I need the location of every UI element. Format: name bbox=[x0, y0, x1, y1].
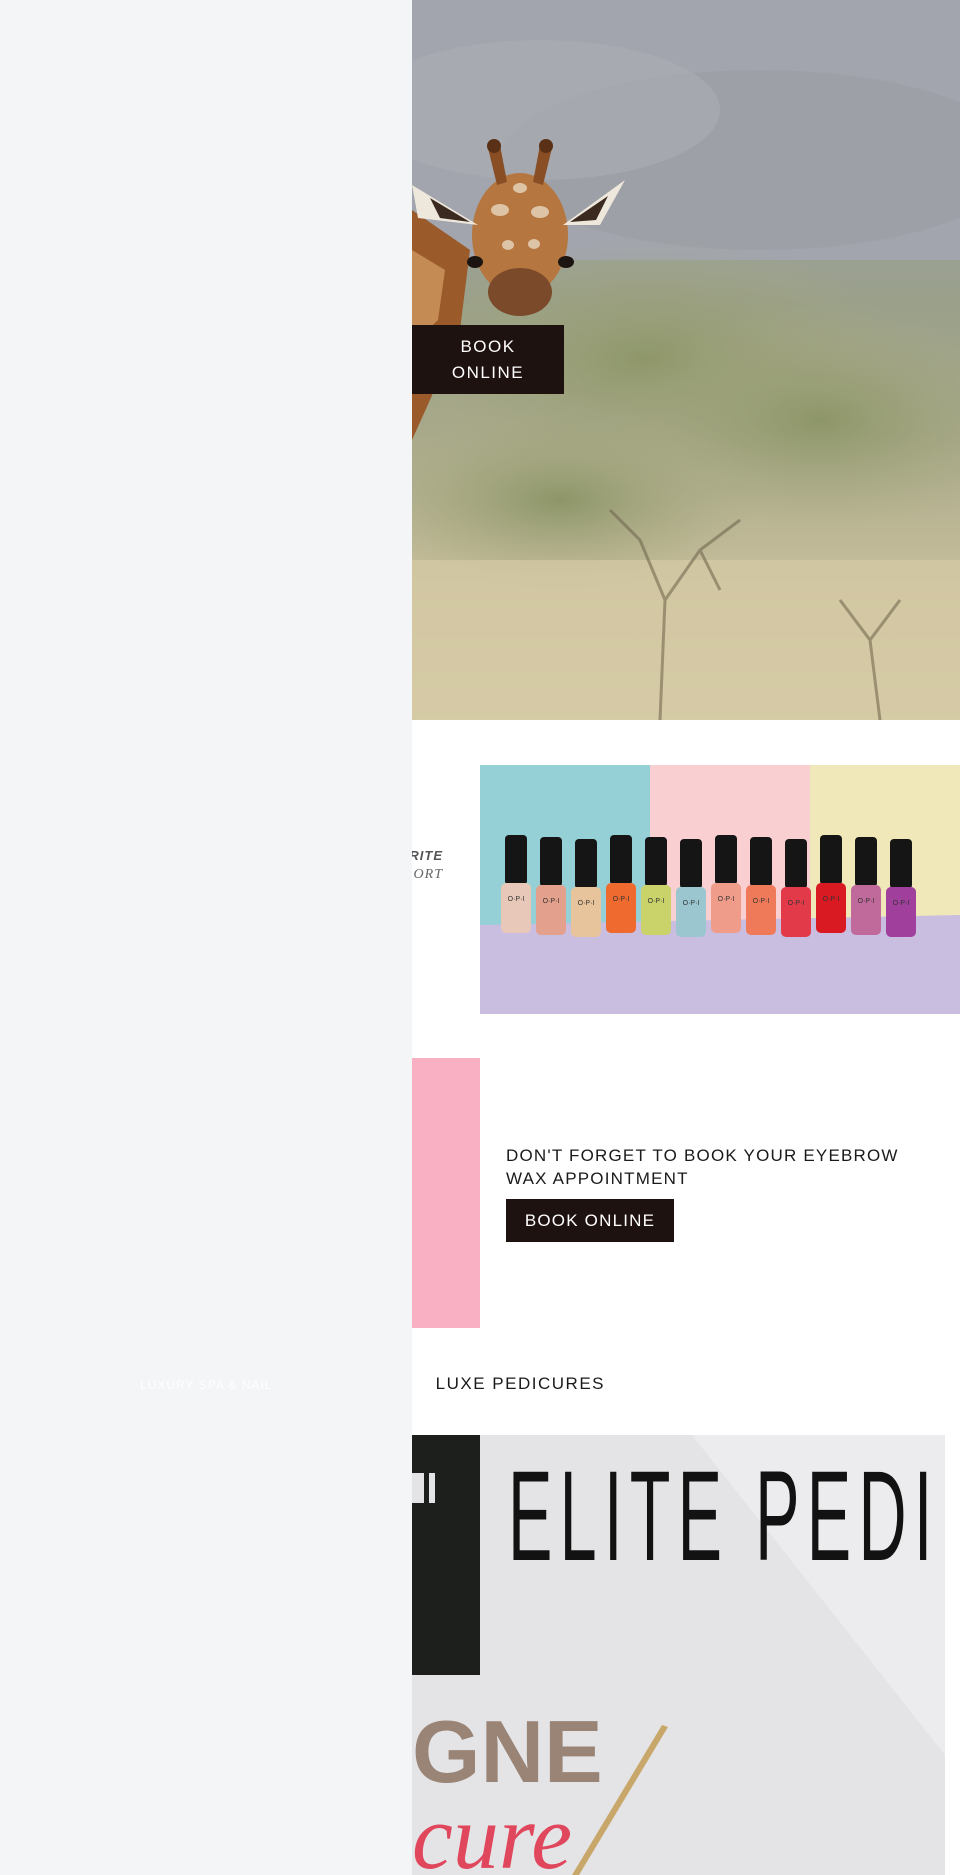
polish-bottle-label: O·P·I bbox=[823, 896, 840, 903]
polish-bottle bbox=[536, 885, 566, 935]
polish-bottle-cap bbox=[750, 837, 772, 887]
polish-bottle-cap bbox=[820, 835, 842, 885]
polish-bottle bbox=[606, 883, 636, 933]
eyebrow-reminder-text: DON'T FORGET TO BOOK YOUR EYEBROW WAX AP… bbox=[506, 1146, 899, 1188]
polish-bottle-cap bbox=[890, 839, 912, 889]
banner-subtext-cure: cure bbox=[412, 1786, 573, 1875]
polish-bottle-label: O·P·I bbox=[753, 898, 770, 905]
pedicure-heading: LUXE PEDICURES bbox=[435, 1374, 605, 1393]
polish-bottle-label: O·P·I bbox=[508, 896, 525, 903]
polish-bottle-label: O·P·I bbox=[718, 896, 735, 903]
banner-title-text: ELITE PEDI bbox=[508, 1445, 940, 1588]
polish-bottle-label: O·P·I bbox=[858, 898, 875, 905]
polish-bottle-cap bbox=[540, 837, 562, 887]
polish-bottle bbox=[816, 883, 846, 933]
polish-bottle-label: O·P·I bbox=[648, 898, 665, 905]
side-drawer-overlay[interactable]: LUXURY SPA & NAIL bbox=[0, 0, 412, 1875]
polish-bottle-cap bbox=[715, 835, 737, 885]
polish-bottle-cap bbox=[610, 835, 632, 885]
polish-bottle-cap bbox=[575, 839, 597, 889]
polish-bottle bbox=[851, 885, 881, 935]
banner-subtext-gne: GNE bbox=[412, 1702, 603, 1801]
polish-bottle-label: O·P·I bbox=[893, 900, 910, 907]
polish-bottle bbox=[676, 887, 706, 937]
polish-bottle-cap bbox=[785, 839, 807, 889]
polish-bottle-cap bbox=[855, 837, 877, 887]
polish-bottle-label: O·P·I bbox=[788, 900, 805, 907]
drawer-faint-text: LUXURY SPA & NAIL bbox=[140, 1378, 273, 1392]
eyebrow-pink-block bbox=[412, 1058, 480, 1328]
polish-bottle-cap bbox=[505, 835, 527, 885]
polish-bottle-label: O·P·I bbox=[543, 898, 560, 905]
polish-bottle-cap bbox=[680, 839, 702, 889]
polish-bottle-label: O·P·I bbox=[683, 900, 700, 907]
polish-bottle-label: O·P·I bbox=[578, 900, 595, 907]
polish-bottle bbox=[711, 883, 741, 933]
hero-book-online-button[interactable]: BOOK ONLINE bbox=[412, 325, 564, 394]
eyebrow-book-online-button[interactable]: BOOK ONLINE bbox=[506, 1199, 674, 1242]
polish-bottle-cap bbox=[645, 837, 667, 887]
polish-bottle bbox=[501, 883, 531, 933]
polish-bottle bbox=[746, 885, 776, 935]
elite-pedicure-banner: ELITE PEDI GNE cure bbox=[412, 1435, 945, 1875]
polish-bottle bbox=[641, 885, 671, 935]
polish-bottle bbox=[886, 887, 916, 937]
page: BOOK ONLINE ORITE ORT O·P·I O·P·I O·P·I O·P… bbox=[0, 0, 960, 1875]
polish-bottle bbox=[571, 887, 601, 937]
nail-polish-image: O·P·I O·P·I O·P·I O·P·I O·P·I O·P·I O·P·I O·P·I… bbox=[480, 765, 960, 1014]
polish-bottle bbox=[781, 887, 811, 937]
polish-bottle-label: O·P·I bbox=[613, 896, 630, 903]
